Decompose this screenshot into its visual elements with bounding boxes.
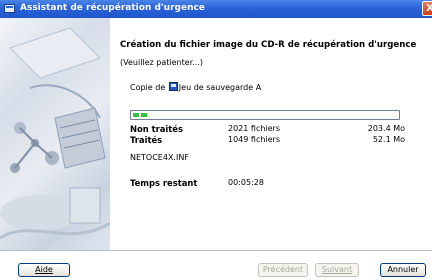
progress-bar [130,110,400,120]
cancel-button-label: Annuler [387,265,419,274]
help-button-label: Aide [35,265,53,274]
copy-status: Copie de Jeu de sauvegarde A [130,82,261,92]
page-subheading: (Veuillez patienter...) [120,58,203,67]
wizard-side-image [0,18,110,250]
page-heading: Création du fichier image du CD-R de réc… [120,40,417,50]
copy-prefix: Copie de [130,83,166,92]
progress-segment [141,113,147,117]
app-icon [4,4,15,13]
stat-label-remaining: Non traités [130,124,183,134]
previous-button-label: Précédent [262,265,304,274]
next-button[interactable]: Suivant [315,263,359,277]
remaining-time-label: Temps restant [130,178,198,188]
previous-button[interactable]: Précédent [258,263,308,277]
copy-item: Jeu de sauvegarde A [178,83,262,92]
stat-label-done: Traités [130,135,163,145]
remaining-time-value: 00:05:28 [228,178,264,187]
cancel-button[interactable]: Annuler [380,263,426,277]
stat-size-done: 52.1 Mo [372,135,405,144]
current-file: NETOCE4X.INF [130,153,189,162]
stat-files-remaining: 2021 fichiers [228,124,281,133]
wizard-content: Création du fichier image du CD-R de réc… [120,18,425,250]
floppy-disk-icon [168,82,178,91]
window-title: Assistant de récupération d'urgence [20,3,205,13]
footer-divider [0,250,432,251]
title-bar: Assistant de récupération d'urgence X [0,0,432,18]
close-button[interactable]: X [422,1,432,16]
stat-files-done: 1049 fichiers [228,135,281,144]
next-button-label: Suivant [321,265,353,274]
progress-segment [133,113,139,117]
help-button[interactable]: Aide [18,263,70,277]
wizard-illustration [0,27,110,240]
stat-size-remaining: 203.4 Mo [367,124,405,133]
